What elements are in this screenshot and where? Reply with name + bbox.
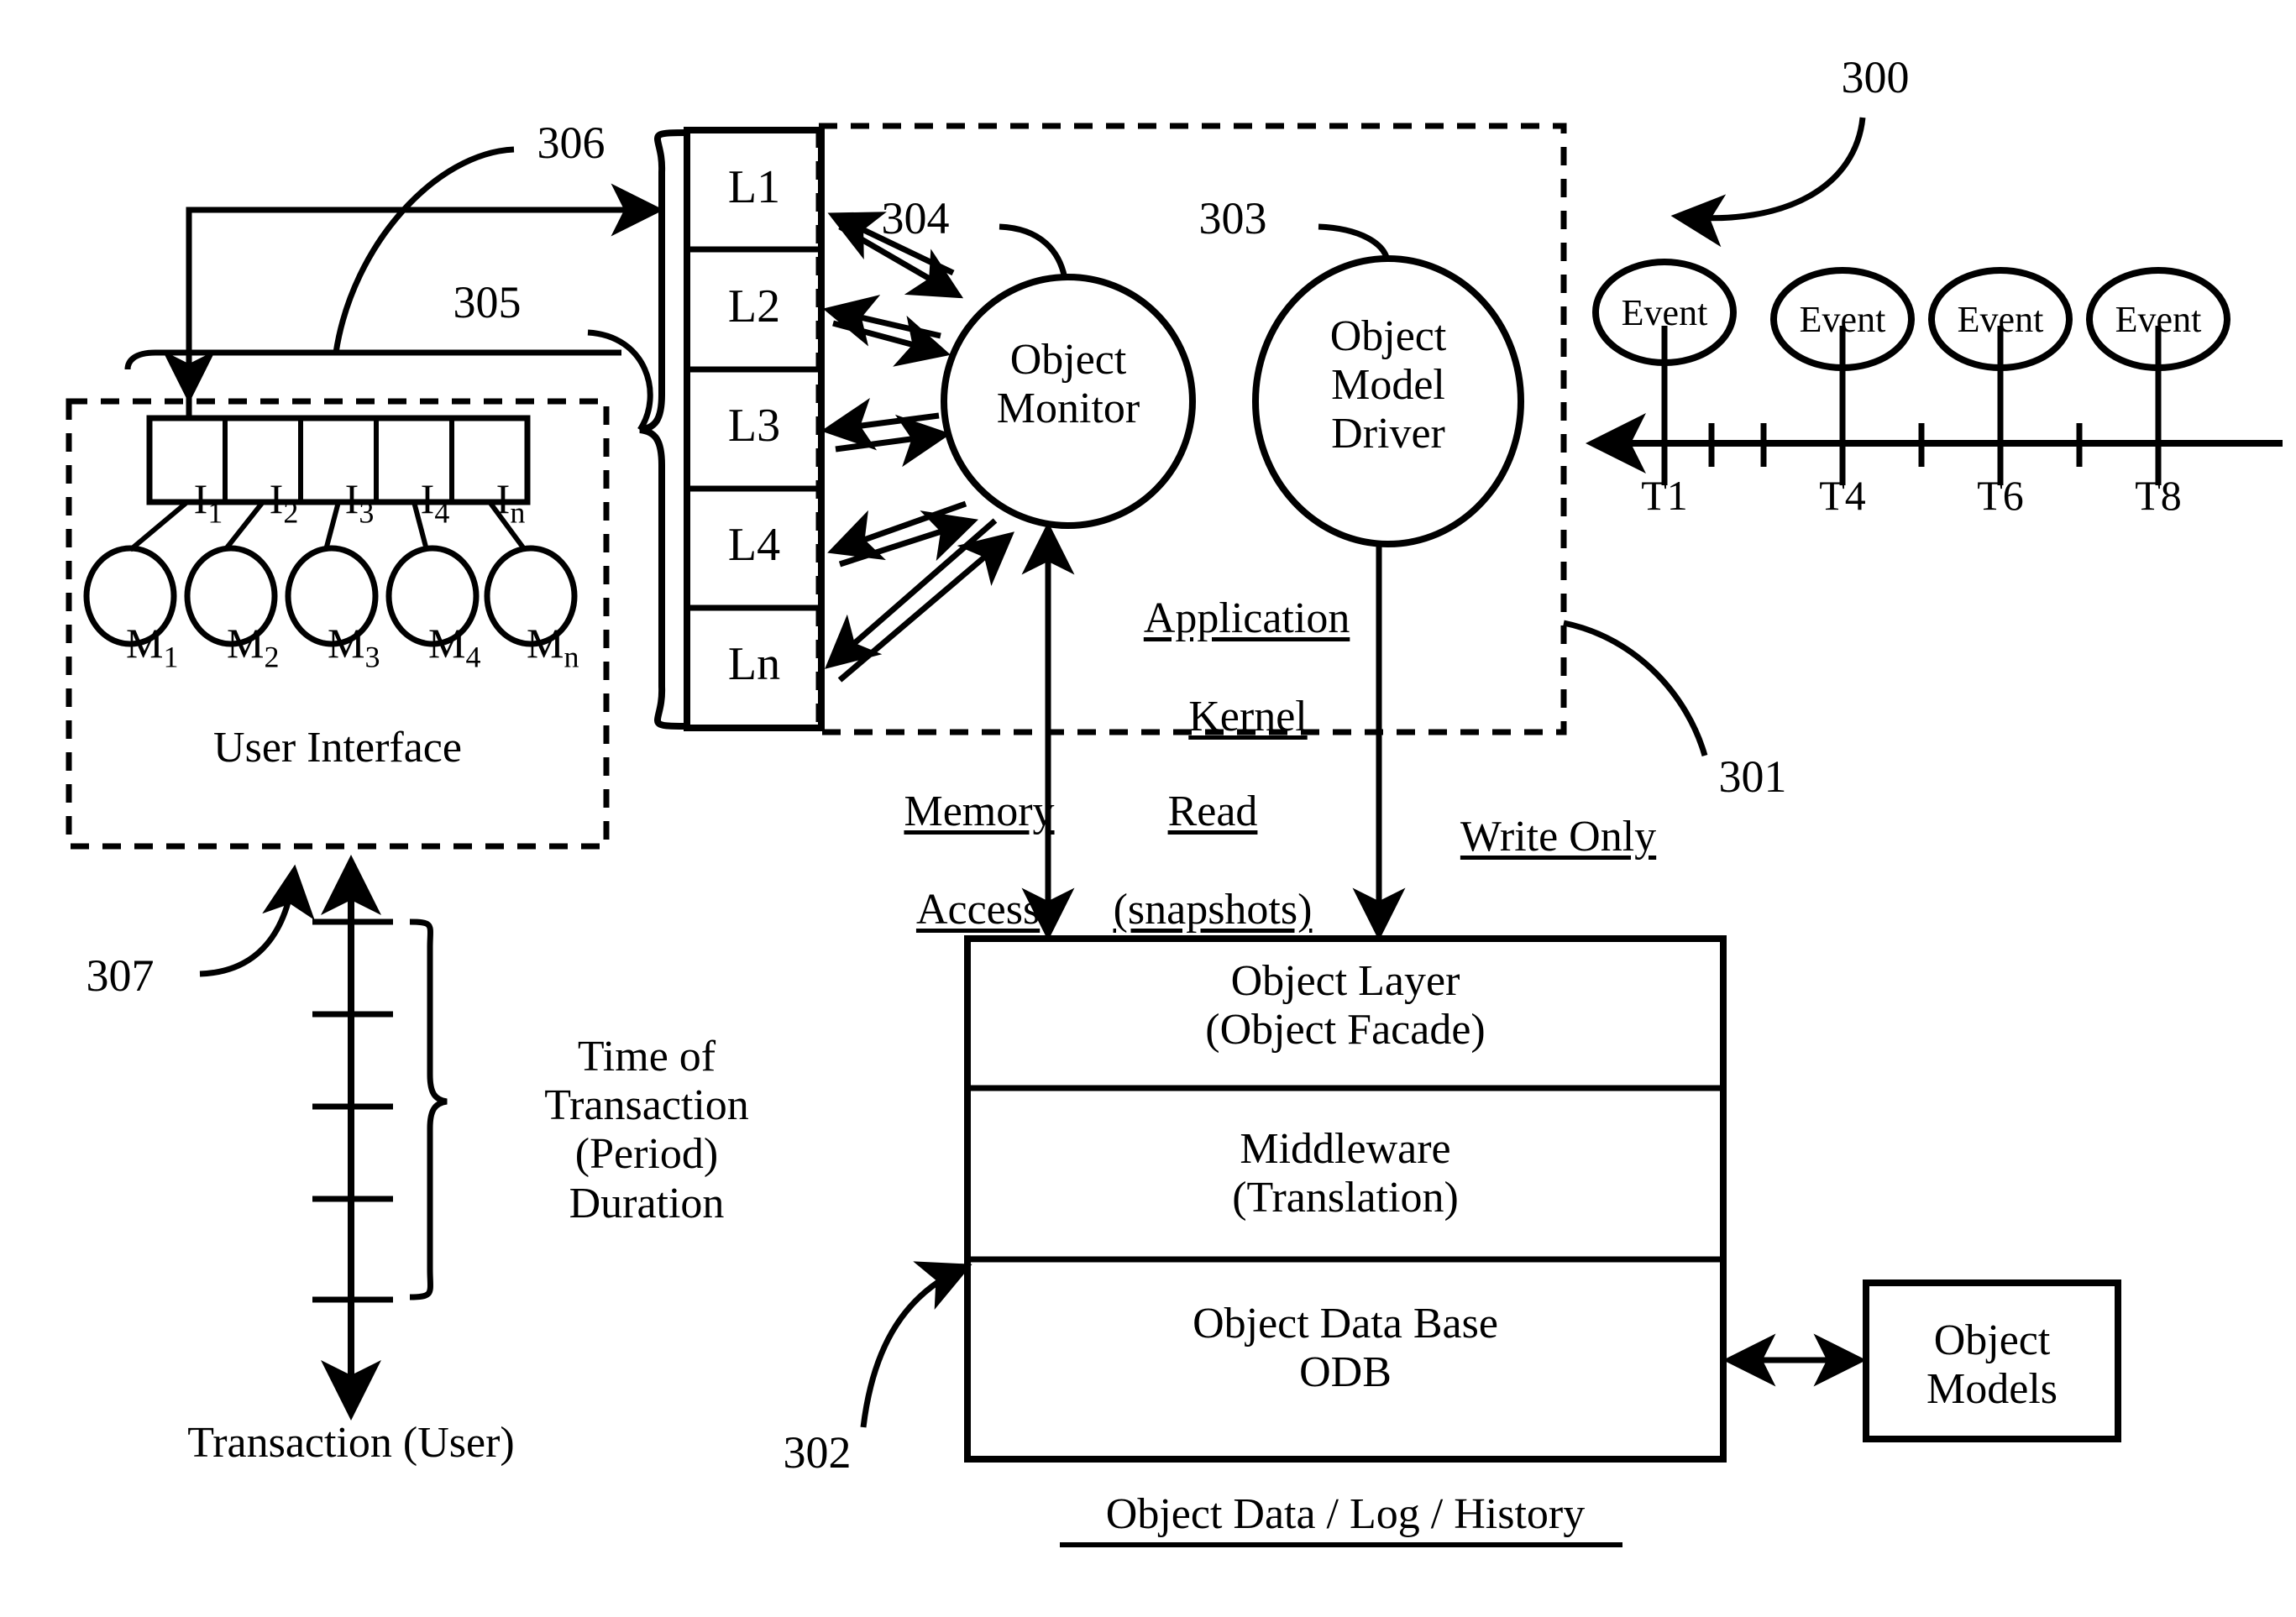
layer-cell-l1: L1	[727, 161, 781, 213]
interface-cell-i1: I1	[149, 428, 225, 577]
event-tick-t1: T1	[1641, 472, 1688, 519]
ref-301-label: 301	[1718, 751, 1787, 802]
module-base: M	[328, 620, 365, 667]
module-circle-m4: M4	[386, 573, 481, 721]
memory-access-line1: Memory	[904, 788, 1055, 836]
module-base: M	[126, 620, 164, 667]
ref-304-leader	[999, 223, 1068, 280]
module-sub: n	[564, 640, 579, 674]
module-circle-m2: M2	[185, 573, 280, 721]
layer-cell-ln: Ln	[727, 638, 781, 690]
memory-access-label: Memory Access	[848, 739, 1067, 983]
layer-cell-l4: L4	[727, 519, 781, 571]
read-snapshots-line2: (snapshots)	[1113, 885, 1313, 934]
read-snapshots-line1: Read	[1167, 788, 1258, 836]
ui-bracket-lower	[124, 349, 621, 370]
module-circle-mn: Mn	[485, 573, 579, 721]
ref-300-leader	[1670, 117, 1866, 248]
application-kernel-line2: Kernel	[1188, 692, 1308, 740]
user-interface-label: User Interface	[213, 724, 462, 772]
middleware-row: Middleware (Translation)	[1232, 1125, 1459, 1222]
event-circle-label-1: Event	[1621, 292, 1708, 333]
ref-304-label: 304	[881, 193, 950, 243]
module-sub: 2	[264, 640, 280, 674]
memory-access-line2: Access	[915, 885, 1041, 934]
event-circle-label-3: Event	[1957, 299, 2044, 340]
interface-cell-sub: 3	[359, 495, 375, 530]
interface-cell-base: I	[420, 475, 435, 522]
interface-cell-sub: 2	[283, 495, 299, 530]
interface-cell-i3: I3	[301, 428, 376, 577]
module-circle-m1: M1	[84, 573, 179, 721]
event-circle-label-4: Event	[2115, 299, 2202, 340]
layer-monitor-arrow	[835, 414, 951, 468]
module-circle-m3: M3	[286, 573, 380, 721]
event-tick-t6: T6	[1977, 472, 2024, 519]
ui-to-layer-connector	[186, 183, 664, 420]
interface-cell-sub: 4	[434, 495, 450, 530]
ref-303-label: 303	[1198, 193, 1267, 243]
module-sub: 4	[465, 640, 481, 674]
ref-307-label: 307	[86, 950, 155, 1001]
write-only-text: Write Only	[1460, 813, 1657, 861]
module-base: M	[527, 620, 564, 667]
ref-306-label: 306	[537, 118, 605, 168]
interface-cell-in: In	[452, 428, 527, 577]
duration-brace	[409, 918, 448, 1300]
object-layer-row: Object Layer (Object Facade)	[1205, 957, 1486, 1054]
ref-303-leader	[1318, 223, 1391, 261]
layer-stack-brace	[639, 129, 689, 730]
object-monitor-label: Object Monitor	[996, 336, 1140, 433]
ref-300-label: 300	[1841, 52, 1910, 102]
interface-cell-i2: I2	[225, 428, 301, 577]
layer-monitor-arrow	[822, 295, 941, 347]
module-base: M	[428, 620, 466, 667]
interface-cell-base: I	[495, 475, 511, 522]
transaction-axis-label: Transaction (User)	[187, 1419, 515, 1467]
ref-307-leader	[199, 864, 315, 977]
patent-figure-canvas: 306 305 304 303 300 301 302 307 I1 I2 I3…	[0, 0, 2296, 1617]
layer-cell-l3: L3	[727, 400, 781, 452]
interface-cell-sub: n	[510, 495, 526, 530]
event-circle-label-2: Event	[1799, 299, 1886, 340]
application-kernel-line1: Application	[1143, 594, 1350, 643]
layer-cell-l2: L2	[727, 280, 781, 332]
event-tick-t8: T8	[2135, 472, 2182, 519]
module-sub: 3	[364, 640, 380, 674]
interface-cell-base: I	[344, 475, 359, 522]
interface-cell-base: I	[269, 475, 284, 522]
ref-305-leader	[587, 329, 653, 432]
interface-cell-sub: 1	[207, 495, 223, 530]
read-snapshots-label: Read (snapshots)	[1065, 739, 1317, 983]
interface-cell-base: I	[193, 475, 208, 522]
ref-302-label: 302	[783, 1427, 852, 1478]
ref-302-leader	[860, 1261, 972, 1428]
event-tick-t4: T4	[1819, 472, 1866, 519]
object-database-row: Object Data Base ODB	[1193, 1300, 1498, 1397]
ref-305-label: 305	[453, 277, 522, 327]
write-only-label: Write Only	[1411, 764, 1663, 911]
layer-monitor-arrow	[832, 315, 951, 367]
interface-cell-i4: I4	[376, 428, 452, 577]
module-sub: 1	[163, 640, 179, 674]
transaction-duration-label: Time of Transaction (Period) Duration	[544, 1033, 749, 1227]
object-model-driver-label: Object Model Driver	[1329, 312, 1447, 458]
module-base: M	[227, 620, 265, 667]
object-data-caption: Object Data / Log / History	[1105, 1490, 1586, 1538]
layer-monitor-arrow	[820, 397, 940, 451]
ref-301-leader	[1563, 620, 1708, 756]
object-models-label: Object Models	[1926, 1316, 2057, 1414]
